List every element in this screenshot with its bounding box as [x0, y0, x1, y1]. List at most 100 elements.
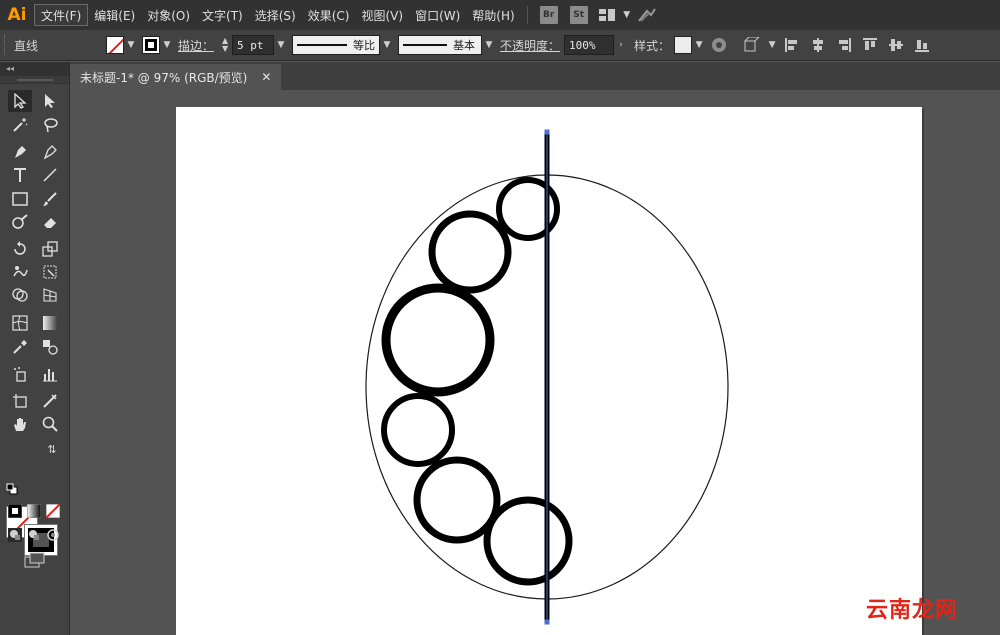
- menu-view[interactable]: 视图(V): [355, 4, 409, 26]
- profile-line-preview: [297, 44, 348, 46]
- align-right-icon[interactable]: [834, 35, 854, 55]
- menu-select[interactable]: 选择(S): [249, 4, 302, 26]
- shape-builder-tool-icon[interactable]: [8, 284, 32, 306]
- ring-circle-2[interactable]: [428, 210, 512, 294]
- menu-type[interactable]: 文字(T): [196, 4, 249, 26]
- direct-selection-tool-icon[interactable]: [38, 90, 62, 112]
- stock-icon[interactable]: St: [569, 6, 588, 24]
- fill-swatch[interactable]: [106, 36, 124, 54]
- tools-panel: ◂◂ ⇅: [0, 62, 70, 635]
- ring-circle-4[interactable]: [381, 393, 455, 467]
- ring-circle-3[interactable]: [381, 283, 495, 397]
- tools-panel-grip[interactable]: [0, 76, 69, 84]
- symbol-sprayer-tool-icon[interactable]: [8, 363, 32, 385]
- panel-grip: [4, 35, 10, 55]
- hand-tool-icon[interactable]: [8, 413, 32, 435]
- ring-circle-6[interactable]: [483, 496, 573, 586]
- align-top-icon[interactable]: [860, 35, 880, 55]
- magic-wand-tool-icon[interactable]: [8, 114, 32, 136]
- chevron-down-icon[interactable]: ▼: [620, 6, 634, 24]
- artwork-layer: [365, 129, 729, 625]
- selection-tool-icon[interactable]: [8, 90, 32, 112]
- menu-file[interactable]: 文件(F): [34, 4, 89, 26]
- gpu-performance-icon[interactable]: [637, 5, 657, 25]
- opacity-input[interactable]: 100%: [564, 35, 615, 55]
- brush-definition[interactable]: 基本: [398, 35, 483, 55]
- line-segment-tool-icon[interactable]: [38, 164, 62, 186]
- menu-effect[interactable]: 效果(C): [302, 4, 356, 26]
- column-graph-tool-icon[interactable]: [38, 363, 62, 385]
- canvas-area[interactable]: [70, 90, 1000, 635]
- align-center-icon[interactable]: [808, 35, 828, 55]
- chevron-down-icon[interactable]: ▼: [380, 36, 394, 54]
- draw-inside-icon[interactable]: [46, 528, 60, 542]
- brush-label: 基本: [453, 39, 476, 52]
- draw-behind-icon[interactable]: [27, 528, 41, 542]
- document-tab-title: 未标题-1* @ 97% (RGB/预览): [80, 70, 248, 85]
- align-left-icon[interactable]: [782, 35, 802, 55]
- close-icon[interactable]: ✕: [261, 70, 271, 84]
- rotate-tool-icon[interactable]: [8, 238, 32, 260]
- chevron-down-icon[interactable]: ▼: [482, 36, 496, 54]
- screen-mode-icon[interactable]: [24, 552, 46, 568]
- chevron-down-icon[interactable]: ▼: [765, 36, 779, 54]
- gradient-tool-icon[interactable]: [38, 312, 62, 334]
- none-mode-icon[interactable]: [45, 503, 61, 519]
- bridge-icon[interactable]: Br: [539, 6, 558, 24]
- chevron-down-icon[interactable]: ▼: [124, 36, 138, 54]
- align-middle-icon[interactable]: [886, 35, 906, 55]
- workspace-layout-icon[interactable]: [597, 5, 617, 25]
- anchor-point-top[interactable]: [544, 129, 550, 135]
- align-bottom-icon[interactable]: [912, 35, 932, 55]
- chevron-down-icon[interactable]: ▼: [692, 36, 706, 54]
- warp-tool-icon[interactable]: [8, 261, 32, 283]
- graphic-style-swatch[interactable]: [674, 36, 693, 54]
- eyedropper-tool-icon[interactable]: [8, 336, 32, 358]
- lasso-tool-icon[interactable]: [38, 114, 62, 136]
- stroke-swatch[interactable]: [142, 36, 160, 54]
- color-mode-icon[interactable]: [7, 503, 23, 519]
- curvature-tool-icon[interactable]: [38, 141, 62, 163]
- zoom-tool-icon[interactable]: [38, 413, 62, 435]
- paintbrush-tool-icon[interactable]: [38, 188, 62, 210]
- default-fill-stroke-icon[interactable]: [6, 483, 18, 495]
- tools-panel-collapse[interactable]: ◂◂: [0, 62, 69, 76]
- profile-label: 等比: [353, 39, 376, 52]
- shaper-tool-icon[interactable]: [8, 211, 32, 233]
- slice-tool-icon[interactable]: [38, 390, 62, 412]
- stroke-label[interactable]: 描边：: [178, 37, 214, 54]
- draw-normal-icon[interactable]: [8, 528, 22, 542]
- chevron-right-icon[interactable]: ›: [614, 36, 628, 54]
- gradient-mode-icon[interactable]: [26, 503, 42, 519]
- document-tab[interactable]: 未标题-1* @ 97% (RGB/预览) ✕: [70, 64, 282, 90]
- menu-edit[interactable]: 编辑(E): [88, 4, 141, 26]
- brush-line-preview: [403, 44, 448, 46]
- app-logo: Ai: [7, 5, 27, 25]
- stroke-weight-input[interactable]: 5 pt: [232, 35, 275, 55]
- stroke-stepper[interactable]: ▲ ▼: [218, 36, 232, 54]
- recolor-artwork-icon[interactable]: [709, 35, 729, 55]
- pen-tool-icon[interactable]: [8, 141, 32, 163]
- control-bar: 直线 ▼ ▼ 描边： ▲ ▼ 5 pt ▼ 等比 ▼ 基本 ▼ 不透明度： 100…: [0, 30, 1000, 61]
- ring-circle-5[interactable]: [413, 456, 501, 544]
- anchor-point-bottom[interactable]: [544, 619, 550, 625]
- menu-help[interactable]: 帮助(H): [466, 4, 520, 26]
- perspective-grid-tool-icon[interactable]: [38, 284, 62, 306]
- scale-tool-icon[interactable]: [38, 238, 62, 260]
- opacity-label[interactable]: 不透明度：: [500, 37, 560, 54]
- chevron-down-icon[interactable]: ▼: [274, 36, 288, 54]
- menu-window[interactable]: 窗口(W): [409, 4, 466, 26]
- menu-object[interactable]: 对象(O): [141, 4, 196, 26]
- eraser-tool-icon[interactable]: [38, 211, 62, 233]
- artboard-tool-icon[interactable]: [8, 390, 32, 412]
- menu-separator: [526, 6, 528, 24]
- transform-icon[interactable]: [742, 35, 762, 55]
- swap-fill-stroke-icon[interactable]: ⇅: [44, 442, 60, 456]
- free-transform-tool-icon[interactable]: [38, 261, 62, 283]
- blend-tool-icon[interactable]: [38, 336, 62, 358]
- rectangle-tool-icon[interactable]: [8, 188, 32, 210]
- variable-width-profile[interactable]: 等比: [292, 35, 381, 55]
- mesh-tool-icon[interactable]: [8, 312, 32, 334]
- chevron-down-icon[interactable]: ▼: [160, 36, 174, 54]
- type-tool-icon[interactable]: [8, 164, 32, 186]
